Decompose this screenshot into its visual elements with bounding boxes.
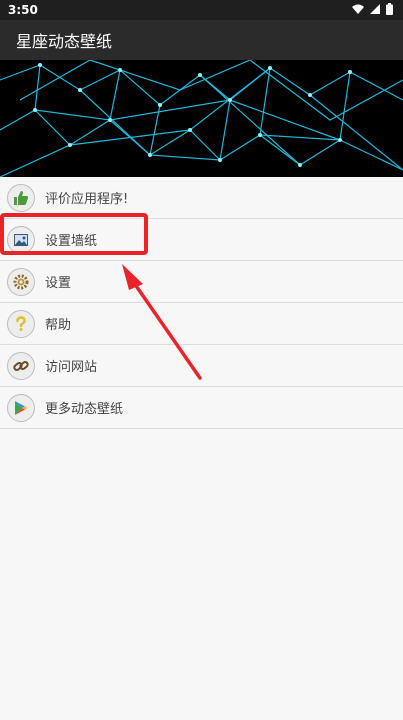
pointer-arrow-annotation xyxy=(122,264,202,380)
